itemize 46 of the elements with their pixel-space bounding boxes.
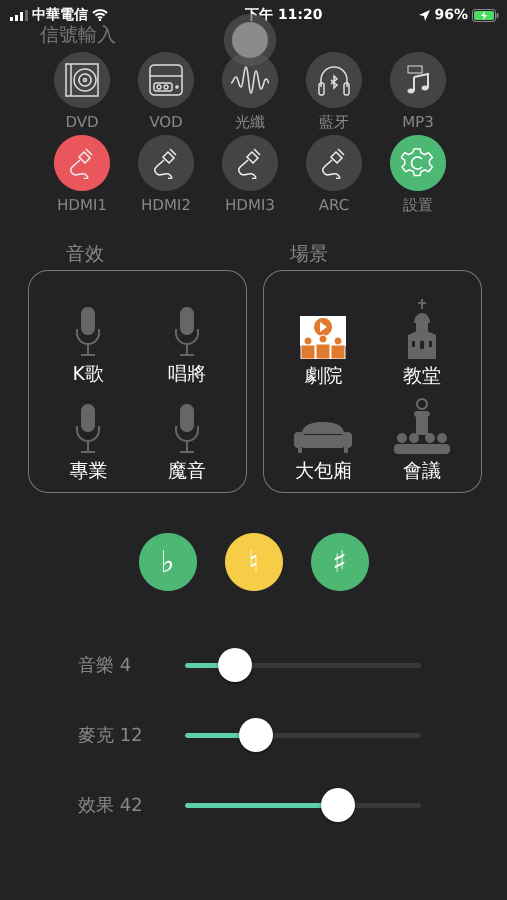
scene-option[interactable]: 大包廂: [274, 388, 372, 484]
microphone-icon: [174, 404, 200, 454]
wifi-icon: [92, 9, 108, 21]
source-label: 藍牙: [319, 113, 349, 131]
effect-option[interactable]: 魔音: [138, 386, 236, 484]
carrier-name: 中華電信: [32, 6, 88, 24]
status-time: 下午 11:20: [245, 6, 322, 24]
signal-icon: [10, 10, 28, 20]
slider-label: 麥克 12: [78, 724, 144, 747]
source-label: MP3: [402, 113, 434, 131]
effect-option[interactable]: 專業: [39, 386, 138, 484]
player-icon: [149, 64, 183, 96]
slider[interactable]: [185, 718, 421, 752]
theater-icon: [299, 314, 348, 358]
scene-option[interactable]: 會議: [372, 388, 471, 484]
scene-option[interactable]: 劇院: [274, 289, 372, 388]
source-label: HDMI3: [225, 196, 275, 214]
section-title: 場景: [290, 242, 329, 266]
effect-option[interactable]: K歌: [39, 289, 138, 386]
source-label: 光纖: [235, 113, 265, 131]
source-label: 設置: [403, 196, 433, 214]
slider[interactable]: [185, 788, 421, 822]
slider-label: 音樂 4: [78, 654, 132, 677]
effect-option[interactable]: 唱將: [138, 289, 236, 386]
source-label: HDMI2: [141, 196, 191, 214]
source-label: DVD: [65, 113, 99, 131]
slider-thumb[interactable]: [321, 788, 356, 822]
sofa-icon: [294, 420, 352, 454]
microphone-icon: [75, 404, 102, 454]
source-label: ARC: [318, 196, 350, 214]
section-title: 音效: [66, 242, 105, 266]
section-title: 信號輸入: [40, 24, 117, 46]
slider[interactable]: [185, 648, 421, 682]
source-label: HDMI1: [57, 196, 107, 214]
slider-label: 效果 42: [78, 794, 144, 817]
sound-wave-icon: [230, 65, 270, 95]
scene-option[interactable]: 教堂: [372, 289, 471, 388]
slider-thumb[interactable]: [218, 648, 252, 682]
slider-thumb[interactable]: [238, 718, 273, 752]
location-arrow-icon: [419, 10, 430, 20]
microphone-icon: [174, 306, 200, 356]
microphone-icon: [75, 306, 102, 356]
battery-percent: 96%: [434, 7, 468, 23]
source-label: VOD: [149, 113, 183, 131]
battery-charging-icon: [472, 8, 499, 22]
meeting-icon: [394, 398, 450, 454]
